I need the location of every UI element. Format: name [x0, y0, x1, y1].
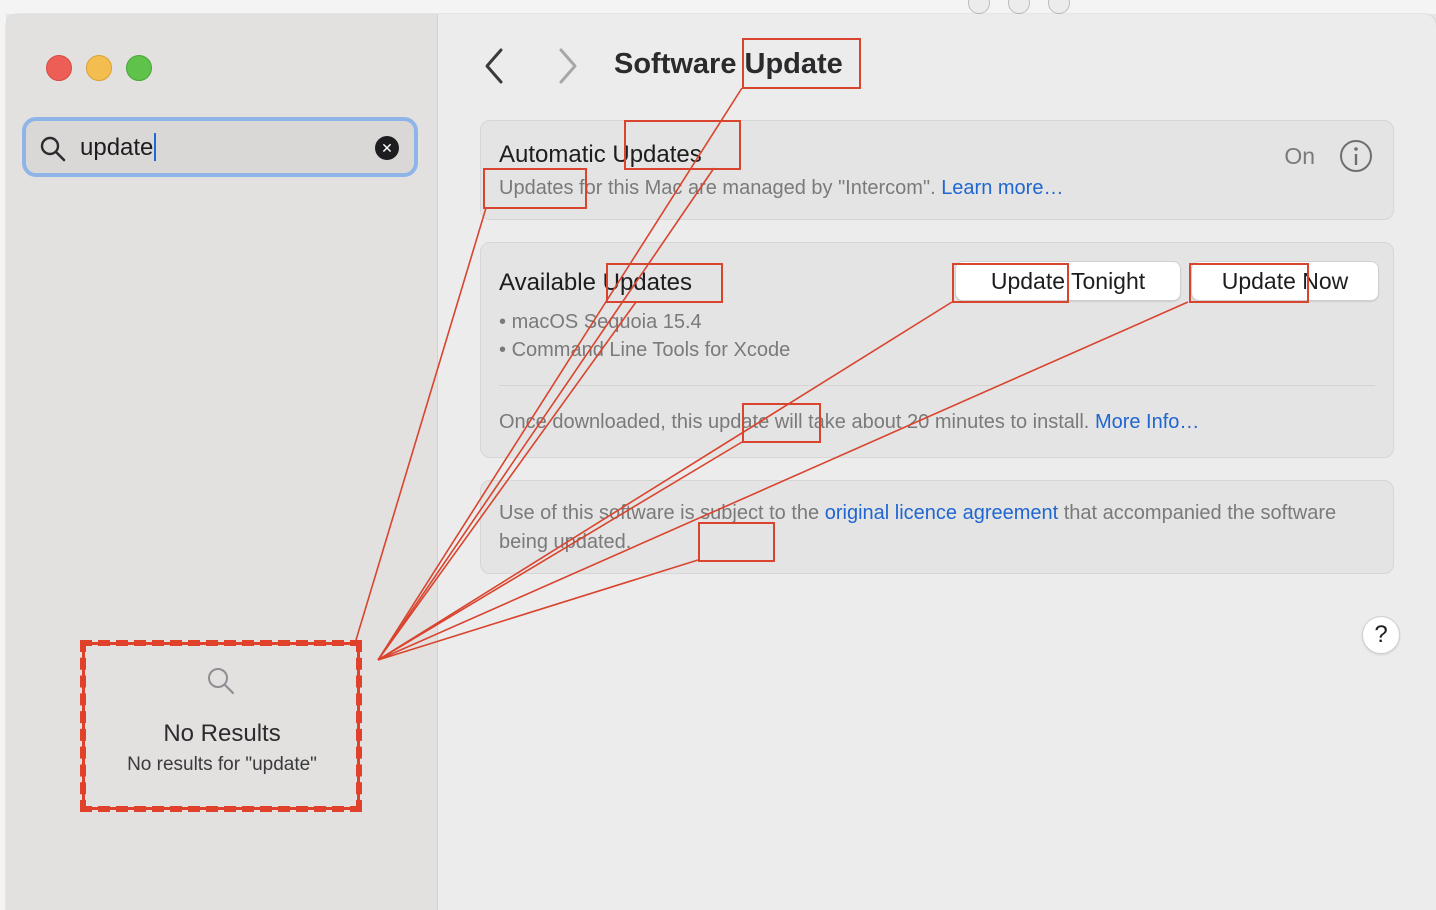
- background-window-strip: [0, 0, 1436, 14]
- minimize-button[interactable]: [86, 55, 112, 81]
- highlight-title-update: [742, 38, 861, 89]
- search-icon: [39, 135, 67, 168]
- highlight-available-updates: [606, 263, 723, 303]
- no-results-highlight: [80, 640, 362, 812]
- automatic-updates-status: On: [1284, 143, 1315, 169]
- learn-more-link[interactable]: Learn more…: [941, 177, 1063, 199]
- update-item: • macOS Sequoia 15.4: [499, 311, 702, 333]
- highlight-install-note: [742, 403, 821, 443]
- chevron-right-icon[interactable]: [554, 46, 580, 91]
- highlight-licence-updated: [698, 522, 775, 562]
- info-icon[interactable]: [1339, 139, 1373, 178]
- licence-text: Use of this software is subject to the o…: [499, 502, 1337, 553]
- highlight-updates-description: [483, 168, 587, 209]
- main-content: Software Update Automatic Updates Update…: [438, 14, 1436, 910]
- close-button[interactable]: [46, 55, 72, 81]
- licence-agreement-link[interactable]: original licence agreement: [825, 502, 1058, 524]
- chevron-left-icon[interactable]: [482, 46, 508, 91]
- clear-icon[interactable]: ✕: [375, 136, 399, 160]
- help-button[interactable]: ?: [1362, 616, 1400, 654]
- search-field[interactable]: update ✕: [22, 117, 418, 177]
- install-note: Once downloaded, this update will take a…: [499, 411, 1200, 433]
- highlight-update-now: [1189, 263, 1309, 303]
- more-info-link[interactable]: More Info…: [1095, 411, 1199, 433]
- text-caret: [154, 133, 157, 161]
- search-input[interactable]: update: [80, 133, 157, 162]
- zoom-button[interactable]: [126, 55, 152, 81]
- highlight-update-tonight: [952, 263, 1069, 303]
- highlight-automatic-updates: [624, 120, 741, 170]
- automatic-updates-card: Automatic Updates Updates for this Mac a…: [480, 120, 1394, 220]
- licence-card: Use of this software is subject to the o…: [480, 480, 1394, 574]
- update-item: • Command Line Tools for Xcode: [499, 339, 791, 361]
- divider: [499, 385, 1375, 386]
